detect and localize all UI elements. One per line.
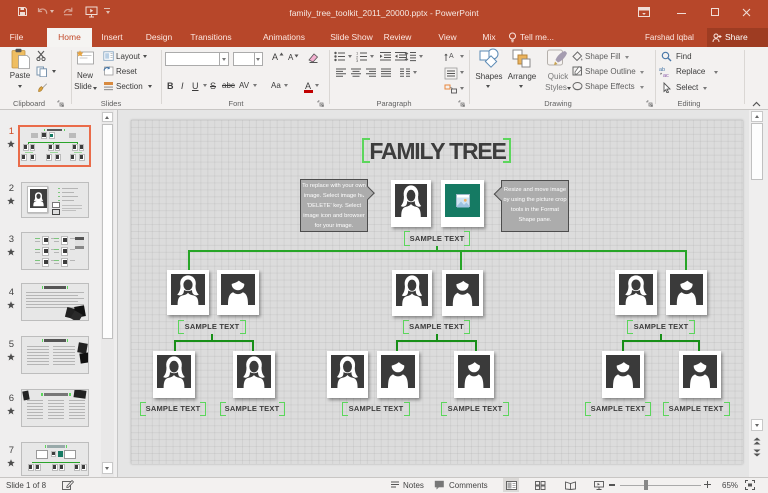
svg-text:A: A [449, 53, 454, 60]
svg-text:ac: ac [663, 73, 669, 77]
svg-text:3: 3 [356, 58, 359, 62]
